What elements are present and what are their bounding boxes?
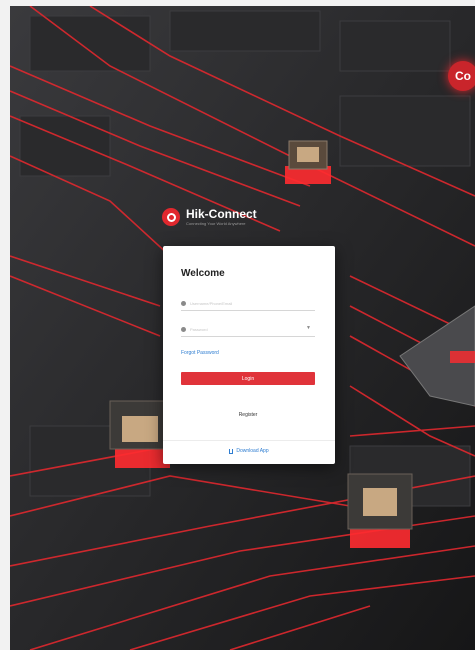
welcome-title: Welcome — [181, 268, 225, 279]
brand-tagline: Connecting Your World Anywhere — [186, 221, 246, 226]
lock-icon — [181, 326, 186, 332]
forgot-password-link[interactable]: Forgot Password — [181, 350, 219, 356]
user-icon — [181, 300, 186, 306]
login-card: Welcome ▼ Forgot Password Login Register… — [163, 246, 335, 464]
register-link[interactable]: Register — [181, 412, 315, 418]
download-app-link[interactable]: Download App — [163, 448, 335, 454]
username-input[interactable] — [190, 300, 290, 306]
card-divider — [163, 440, 335, 441]
login-button[interactable]: Login — [181, 372, 315, 385]
brand-header: Hik-Connect Connecting Your World Anywhe… — [162, 208, 257, 226]
username-field[interactable] — [181, 296, 315, 311]
corner-logo-badge: Co — [448, 61, 475, 91]
hik-logo-icon — [162, 208, 180, 226]
download-icon — [229, 448, 234, 454]
password-field[interactable]: ▼ — [181, 322, 315, 337]
download-app-label: Download App — [236, 448, 269, 454]
brand-name: Hik-Connect — [186, 207, 257, 221]
brand-text: Hik-Connect Connecting Your World Anywhe… — [186, 208, 257, 226]
chevron-down-icon[interactable]: ▼ — [306, 325, 311, 331]
password-input[interactable] — [190, 326, 290, 332]
